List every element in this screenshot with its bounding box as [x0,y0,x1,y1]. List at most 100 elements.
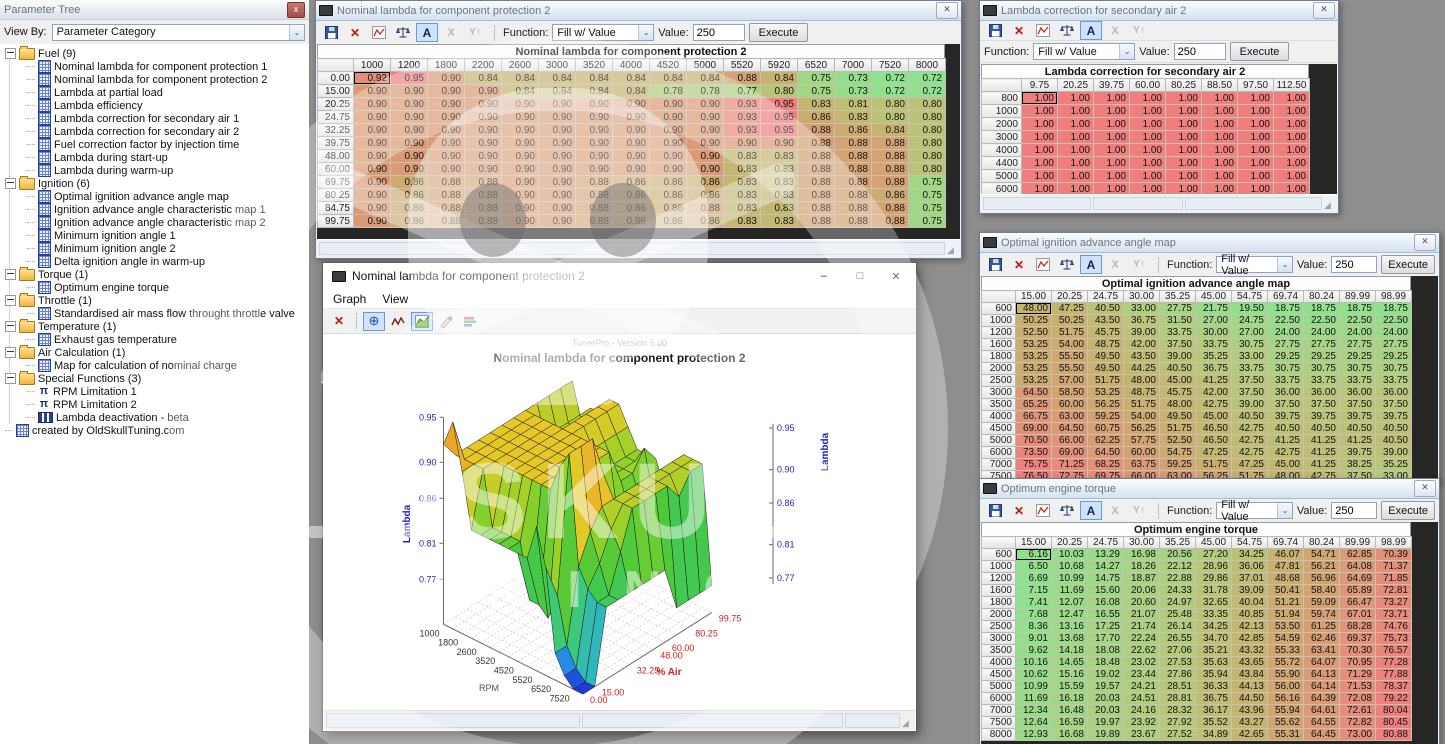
col-header[interactable]: 20.25 [1058,79,1094,92]
map-cell[interactable]: 0.88 [576,189,613,202]
map-cell[interactable]: 71.29 [1340,669,1376,681]
map-cell[interactable]: 41.25 [1304,447,1340,459]
map-cell[interactable]: 23.44 [1124,669,1160,681]
y-axis-icon[interactable]: Y↑ [1128,501,1150,520]
map-cell[interactable]: 35.25 [1376,459,1412,471]
map-cell[interactable]: 48.00 [1016,303,1052,315]
col-header[interactable]: 89.99 [1340,537,1376,549]
map-cell[interactable]: 36.00 [1376,387,1412,399]
map-cell[interactable]: 0.88 [798,215,835,228]
map-cell[interactable]: 29.86 [1196,573,1232,585]
map-cell[interactable]: 64.55 [1304,717,1340,729]
map-cell[interactable]: 24.16 [1124,705,1160,717]
col-header[interactable]: 39.75 [1094,79,1130,92]
close-icon[interactable]: ✕ [1313,2,1335,19]
map-cell[interactable]: 77.88 [1376,669,1412,681]
x-axis-icon[interactable]: X [440,23,462,42]
row-header[interactable]: 3000 [982,131,1022,144]
map-cell[interactable]: 30.75 [1376,363,1412,375]
map-cell[interactable]: 1.00 [1058,118,1094,131]
map-cell[interactable]: 18.08 [1088,645,1124,657]
map-cell[interactable]: 40.50 [1304,423,1340,435]
map-cell[interactable]: 0.90 [650,150,687,163]
map-cell[interactable]: 0.88 [428,176,465,189]
map-cell[interactable]: 16.68 [1052,729,1088,741]
col-header[interactable]: 2200 [465,59,502,72]
map-cell[interactable]: 80.04 [1376,705,1412,717]
map-cell[interactable]: 36.75 [1124,315,1160,327]
map-cell[interactable]: 15.60 [1088,585,1124,597]
map-cell[interactable]: 0.90 [539,202,576,215]
map-cell[interactable]: 0.90 [576,163,613,176]
row-header[interactable]: 4000 [982,411,1016,423]
map-cell[interactable]: 35.25 [1196,351,1232,363]
collapse-icon[interactable] [5,48,16,59]
map-cell[interactable]: 18.48 [1088,657,1124,669]
map-cell[interactable]: 1.00 [1238,118,1274,131]
map-cell[interactable]: 11.69 [1016,693,1052,705]
map-cell[interactable]: 33.75 [1304,375,1340,387]
map-cell[interactable]: 13.16 [1052,621,1088,633]
map-cell[interactable]: 8.36 [1016,621,1052,633]
col-header[interactable]: 69.74 [1268,537,1304,549]
map-cell[interactable]: 38.25 [1340,459,1376,471]
map-cell[interactable]: 48.75 [1124,387,1160,399]
map-cell[interactable]: 0.90 [539,215,576,228]
row-header[interactable]: 4000 [982,144,1022,157]
row-header[interactable]: 4000 [982,657,1016,669]
map-cell[interactable]: 0.95 [761,111,798,124]
row-header[interactable]: 4400 [982,157,1022,170]
col-header[interactable]: 89.99 [1340,291,1376,303]
map-cell[interactable]: 1.00 [1058,131,1094,144]
map-cell[interactable]: 0.83 [761,176,798,189]
scales-icon[interactable] [1056,21,1078,40]
surface-plot[interactable]: TunerPro - Version 5.00Nominal lambda fo… [324,334,915,710]
map-cell[interactable]: 1.00 [1022,157,1058,170]
map-cell[interactable]: 14.75 [1088,573,1124,585]
map-cell[interactable]: 0.90 [502,137,539,150]
map-cell[interactable]: 0.90 [354,85,391,98]
map-cell[interactable]: 28.32 [1160,705,1196,717]
scales-icon[interactable] [1056,255,1078,274]
map-cell[interactable]: 0.84 [576,85,613,98]
map-cell[interactable]: 59.25 [1088,411,1124,423]
map-cell[interactable]: 0.88 [798,189,835,202]
row-header[interactable]: 1000 [982,315,1016,327]
function-select[interactable]: Fill w/ Value ⌄ [1216,256,1293,273]
map-cell[interactable]: 0.88 [872,202,909,215]
map-cell[interactable]: 40.04 [1232,597,1268,609]
map-cell[interactable]: 1.00 [1274,105,1310,118]
chevron-down-icon[interactable]: ⌄ [1277,503,1291,518]
map-cell[interactable]: 0.86 [650,189,687,202]
map-cell[interactable]: 30.75 [1268,363,1304,375]
col-header[interactable]: 5920 [761,59,798,72]
map-cell[interactable]: 55.31 [1268,729,1304,741]
map-cell[interactable]: 64.50 [1088,447,1124,459]
map-cell[interactable]: 54.75 [1160,447,1196,459]
map-cell[interactable]: 1.00 [1166,157,1202,170]
map-cell[interactable]: 17.70 [1088,633,1124,645]
map-cell[interactable]: 65.25 [1016,399,1052,411]
map-cell[interactable]: 36.00 [1340,387,1376,399]
map-cell[interactable]: 0.90 [687,150,724,163]
map-cell[interactable]: 0.90 [687,163,724,176]
map-cell[interactable]: 45.00 [1268,459,1304,471]
map-cell[interactable]: 0.80 [761,85,798,98]
map-cell[interactable]: 0.90 [687,111,724,124]
trace-icon[interactable] [387,312,409,331]
map-cell[interactable]: 1.00 [1274,183,1310,195]
col-header[interactable]: 97.50 [1238,79,1274,92]
map-cell[interactable]: 0.90 [761,137,798,150]
map-cell[interactable]: 68.28 [1340,621,1376,633]
map-cell[interactable]: 0.88 [872,150,909,163]
map-cell[interactable]: 51.21 [1268,597,1304,609]
map-cell[interactable]: 0.86 [613,202,650,215]
col-header[interactable]: 45.00 [1196,291,1232,303]
map-cell[interactable]: 0.80 [909,124,946,137]
map-cell[interactable]: 58.40 [1304,585,1340,597]
map-cell[interactable]: 59.09 [1304,597,1340,609]
map-cell[interactable]: 30.00 [1196,327,1232,339]
map-cell[interactable]: 0.90 [613,124,650,137]
map-cell[interactable]: 56.25 [1124,423,1160,435]
map-cell[interactable]: 20.60 [1124,597,1160,609]
